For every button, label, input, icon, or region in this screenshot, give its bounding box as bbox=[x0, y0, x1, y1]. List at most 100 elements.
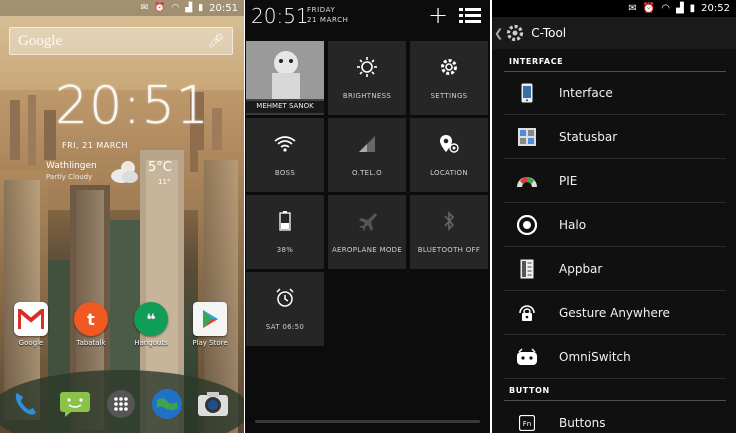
tile-bluetooth[interactable]: BLUETOOTH OFF bbox=[410, 195, 488, 269]
gesture-lock-icon bbox=[516, 302, 538, 324]
tile-label: AEROPLANE MODE bbox=[331, 246, 403, 254]
menu-item-label: PIE bbox=[559, 174, 578, 188]
home-screen: ✉ ⏰ ◠ ▟ ▮ 20:51 Google 🎤︎ 20:51 FRI, 21 … bbox=[0, 0, 244, 433]
weather-hilo: 11° bbox=[158, 178, 171, 186]
menu-item-label: Buttons bbox=[559, 415, 606, 430]
tile-wifi[interactable]: BOSS bbox=[246, 118, 324, 192]
section-header-interface: INTERFACE bbox=[509, 56, 564, 66]
app-hangouts[interactable]: ❝ Hangouts bbox=[126, 302, 176, 347]
bluetooth-icon bbox=[410, 209, 488, 233]
wifi-icon bbox=[246, 132, 324, 156]
halo-icon bbox=[516, 214, 538, 236]
tile-brightness[interactable]: BRIGHTNESS bbox=[328, 41, 406, 115]
signal-status-icon: ▟ bbox=[675, 3, 684, 14]
phone-interface-icon bbox=[516, 82, 538, 104]
location-icon bbox=[410, 132, 488, 156]
app-tabatalk[interactable]: t Tabatalk bbox=[66, 302, 116, 347]
google-search-bar[interactable]: Google 🎤︎ bbox=[9, 27, 233, 55]
menu-item-pie[interactable]: PIE bbox=[504, 160, 726, 203]
user-name: MEHMET SANOK bbox=[246, 99, 324, 113]
weather-location: Wathlingen bbox=[46, 161, 97, 171]
dock bbox=[0, 380, 244, 433]
header-date: 21 MARCH bbox=[307, 16, 349, 24]
weather-condition: Partly Cloudy bbox=[46, 173, 93, 181]
tile-label: BRIGHTNESS bbox=[342, 92, 392, 100]
notification-icon: ✉ bbox=[140, 3, 149, 13]
tile-battery[interactable]: 38% bbox=[246, 195, 324, 269]
tile-settings[interactable]: SETTINGS bbox=[410, 41, 488, 115]
weather-temperature: 5°C bbox=[148, 160, 172, 175]
notification-icon: ✉ bbox=[628, 3, 637, 14]
brightness-icon bbox=[328, 55, 406, 79]
omniswitch-icon bbox=[516, 346, 538, 368]
tile-label: O.TEL.O bbox=[352, 169, 382, 177]
drag-handle[interactable] bbox=[255, 420, 480, 423]
battery-icon bbox=[246, 209, 324, 233]
menu-item-gesture-anywhere[interactable]: Gesture Anywhere bbox=[504, 292, 726, 335]
statusbar-icon bbox=[516, 126, 538, 148]
phone-icon[interactable] bbox=[9, 387, 43, 421]
tile-aeroplane-mode[interactable]: AEROPLANE MODE bbox=[328, 195, 406, 269]
messaging-icon[interactable] bbox=[58, 387, 92, 421]
alarm-status-icon: ⏰ bbox=[642, 3, 656, 14]
quick-settings-header: 20:51 FRIDAY 21 MARCH + bbox=[245, 0, 490, 34]
microphone-icon[interactable]: 🎤︎ bbox=[207, 34, 224, 49]
menu-item-interface[interactable]: Interface bbox=[504, 72, 726, 115]
appbar-icon bbox=[516, 258, 538, 280]
app-label: Google bbox=[18, 339, 44, 347]
notification-list-icon[interactable] bbox=[459, 8, 481, 24]
menu-item-label: Interface bbox=[559, 86, 613, 100]
menu-item-omniswitch[interactable]: OmniSwitch bbox=[504, 336, 726, 379]
menu-item-label: Statusbar bbox=[559, 130, 618, 144]
city-wallpaper bbox=[0, 90, 244, 433]
menu-item-appbar[interactable]: Appbar bbox=[504, 248, 726, 291]
menu-item-label: Appbar bbox=[559, 262, 603, 276]
app-drawer-icon[interactable] bbox=[104, 387, 138, 421]
tile-location[interactable]: LOCATION bbox=[410, 118, 488, 192]
app-google[interactable]: Google bbox=[6, 302, 56, 347]
app-play-store[interactable]: Play Store bbox=[185, 302, 235, 347]
fn-key-icon: Fn bbox=[516, 412, 538, 433]
tile-label: BLUETOOTH OFF bbox=[417, 246, 481, 254]
status-bar: ✉ ⏰ ◠ ▟ ▮ 20:51 bbox=[0, 0, 244, 16]
app-title: C-Tool bbox=[531, 26, 567, 40]
tabatalk-icon: t bbox=[74, 302, 108, 336]
quick-settings-panel: 20:51 FRIDAY 21 MARCH + MEHMET SANOK BRI… bbox=[245, 0, 490, 433]
tile-label: BOSS bbox=[274, 169, 296, 177]
action-bar: ❮ C-Tool bbox=[492, 17, 736, 49]
status-time: 20:51 bbox=[209, 2, 238, 14]
battery-status-icon: ▮ bbox=[689, 3, 696, 14]
tile-label: SAT 06:50 bbox=[265, 323, 305, 331]
alarm-status-icon: ⏰ bbox=[154, 3, 166, 13]
app-label: Hangouts bbox=[134, 339, 168, 347]
menu-item-label: OmniSwitch bbox=[559, 350, 631, 364]
user-tile[interactable]: MEHMET SANOK bbox=[246, 41, 324, 115]
signal-status-icon: ▟ bbox=[185, 3, 193, 13]
signal-icon bbox=[328, 132, 406, 156]
tile-label: LOCATION bbox=[430, 169, 468, 177]
date-label: FRI, 21 MARCH bbox=[62, 141, 128, 150]
status-bar: ✉ ⏰ ◠ ▟ ▮ 20:52 bbox=[492, 0, 736, 17]
partly-cloudy-icon bbox=[111, 161, 138, 183]
tile-mobile-network[interactable]: O.TEL.O bbox=[328, 118, 406, 192]
status-time: 20:52 bbox=[701, 3, 730, 14]
camera-icon[interactable] bbox=[196, 387, 230, 421]
menu-item-statusbar[interactable]: Statusbar bbox=[504, 116, 726, 159]
clock-widget[interactable]: 20:51 bbox=[55, 76, 210, 137]
ctool-app: ✉ ⏰ ◠ ▟ ▮ 20:52 ❮ C-Tool INTERFACE Inter… bbox=[492, 0, 736, 433]
menu-item-buttons[interactable]: Fn Buttons bbox=[504, 401, 726, 433]
add-tile-icon[interactable]: + bbox=[428, 3, 448, 27]
back-chevron-icon[interactable]: ❮ bbox=[494, 27, 503, 40]
browser-globe-icon[interactable] bbox=[150, 387, 184, 421]
settings-gear-icon bbox=[410, 55, 488, 79]
menu-item-label: Gesture Anywhere bbox=[559, 306, 670, 320]
app-label: Tabatalk bbox=[76, 339, 106, 347]
menu-item-halo[interactable]: Halo bbox=[504, 204, 726, 247]
play-store-icon bbox=[193, 302, 227, 336]
app-gear-icon[interactable] bbox=[505, 23, 525, 43]
hangouts-icon: ❝ bbox=[134, 302, 168, 336]
tile-alarm[interactable]: SAT 06:50 bbox=[246, 272, 324, 346]
google-logo: Google bbox=[18, 32, 63, 49]
app-label: Play Store bbox=[192, 339, 228, 347]
menu-item-label: Halo bbox=[559, 218, 587, 232]
